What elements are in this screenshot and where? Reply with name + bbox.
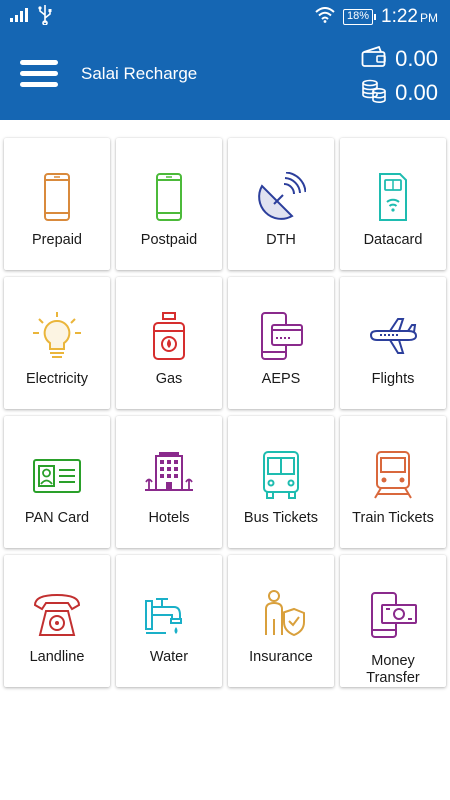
service-pan-card[interactable]: PAN Card	[4, 416, 110, 548]
card-on-phone-icon	[256, 311, 306, 361]
service-label: Hotels	[148, 510, 190, 526]
service-label: PAN Card	[24, 510, 90, 526]
wallet-icon	[361, 45, 387, 73]
money-transfer-icon	[368, 591, 418, 641]
service-datacard[interactable]: Datacard	[340, 138, 446, 270]
menu-icon[interactable]	[20, 60, 60, 92]
coin-balance[interactable]: 0.00	[361, 78, 438, 108]
status-bar: 18% 1:22 PM	[0, 0, 450, 34]
service-label: Train Tickets	[352, 510, 434, 526]
mobile-phone-icon	[32, 172, 82, 222]
service-electricity[interactable]: Electricity	[4, 277, 110, 409]
service-label: DTH	[266, 232, 296, 248]
app-title: Salai Recharge	[81, 64, 198, 83]
coin-balance-value: 0.00	[395, 80, 438, 105]
airplane-icon	[368, 311, 418, 361]
app-bar: Salai Recharge 0.00 0.00	[0, 34, 450, 120]
service-label: AEPS	[261, 371, 301, 387]
service-label: Gas	[155, 371, 183, 387]
service-gas[interactable]: Gas	[116, 277, 222, 409]
wallet-balance-value: 0.00	[395, 46, 438, 71]
water-tap-icon	[144, 589, 194, 639]
service-insurance[interactable]: Insurance	[228, 555, 334, 687]
service-label: Insurance	[249, 649, 313, 665]
id-card-icon	[32, 450, 82, 500]
service-label: Water	[149, 649, 189, 665]
telephone-icon	[32, 589, 82, 639]
insurance-person-icon	[256, 589, 306, 639]
service-label: Flights	[371, 371, 415, 387]
mobile-phone-icon	[144, 172, 194, 222]
service-label: Datacard	[363, 232, 423, 248]
service-prepaid[interactable]: Prepaid	[4, 138, 110, 270]
wifi-icon	[315, 6, 335, 28]
service-label: Money Transfer	[366, 653, 420, 686]
service-hotels[interactable]: Hotels	[116, 416, 222, 548]
service-label: Postpaid	[140, 232, 198, 248]
service-aeps[interactable]: AEPS	[228, 277, 334, 409]
service-label: Landline	[29, 649, 85, 665]
service-postpaid[interactable]: Postpaid	[116, 138, 222, 270]
service-label: Prepaid	[32, 232, 82, 248]
bus-icon	[256, 450, 306, 500]
signal-icon	[10, 7, 30, 27]
services-grid: Prepaid Postpaid DTH Datacard Electricit…	[4, 138, 446, 687]
light-bulb-icon	[32, 311, 82, 361]
train-icon	[368, 450, 418, 500]
clock: 1:22 PM	[381, 6, 438, 27]
sim-card-icon	[368, 172, 418, 222]
satellite-dish-icon	[256, 171, 307, 222]
service-water[interactable]: Water	[116, 555, 222, 687]
service-money-transfer[interactable]: Money Transfer	[340, 555, 446, 687]
service-flights[interactable]: Flights	[340, 277, 446, 409]
gas-cylinder-icon	[144, 311, 194, 361]
service-label: Bus Tickets	[243, 510, 319, 526]
hotel-building-icon	[144, 450, 194, 500]
service-bus-tickets[interactable]: Bus Tickets	[228, 416, 334, 548]
usb-icon	[38, 4, 52, 30]
wallet-balance[interactable]: 0.00	[361, 44, 438, 74]
service-landline[interactable]: Landline	[4, 555, 110, 687]
coins-icon	[361, 79, 387, 108]
battery-indicator: 18%	[342, 9, 377, 25]
service-train-tickets[interactable]: Train Tickets	[340, 416, 446, 548]
service-dth[interactable]: DTH	[228, 138, 334, 270]
service-label: Electricity	[25, 371, 89, 387]
